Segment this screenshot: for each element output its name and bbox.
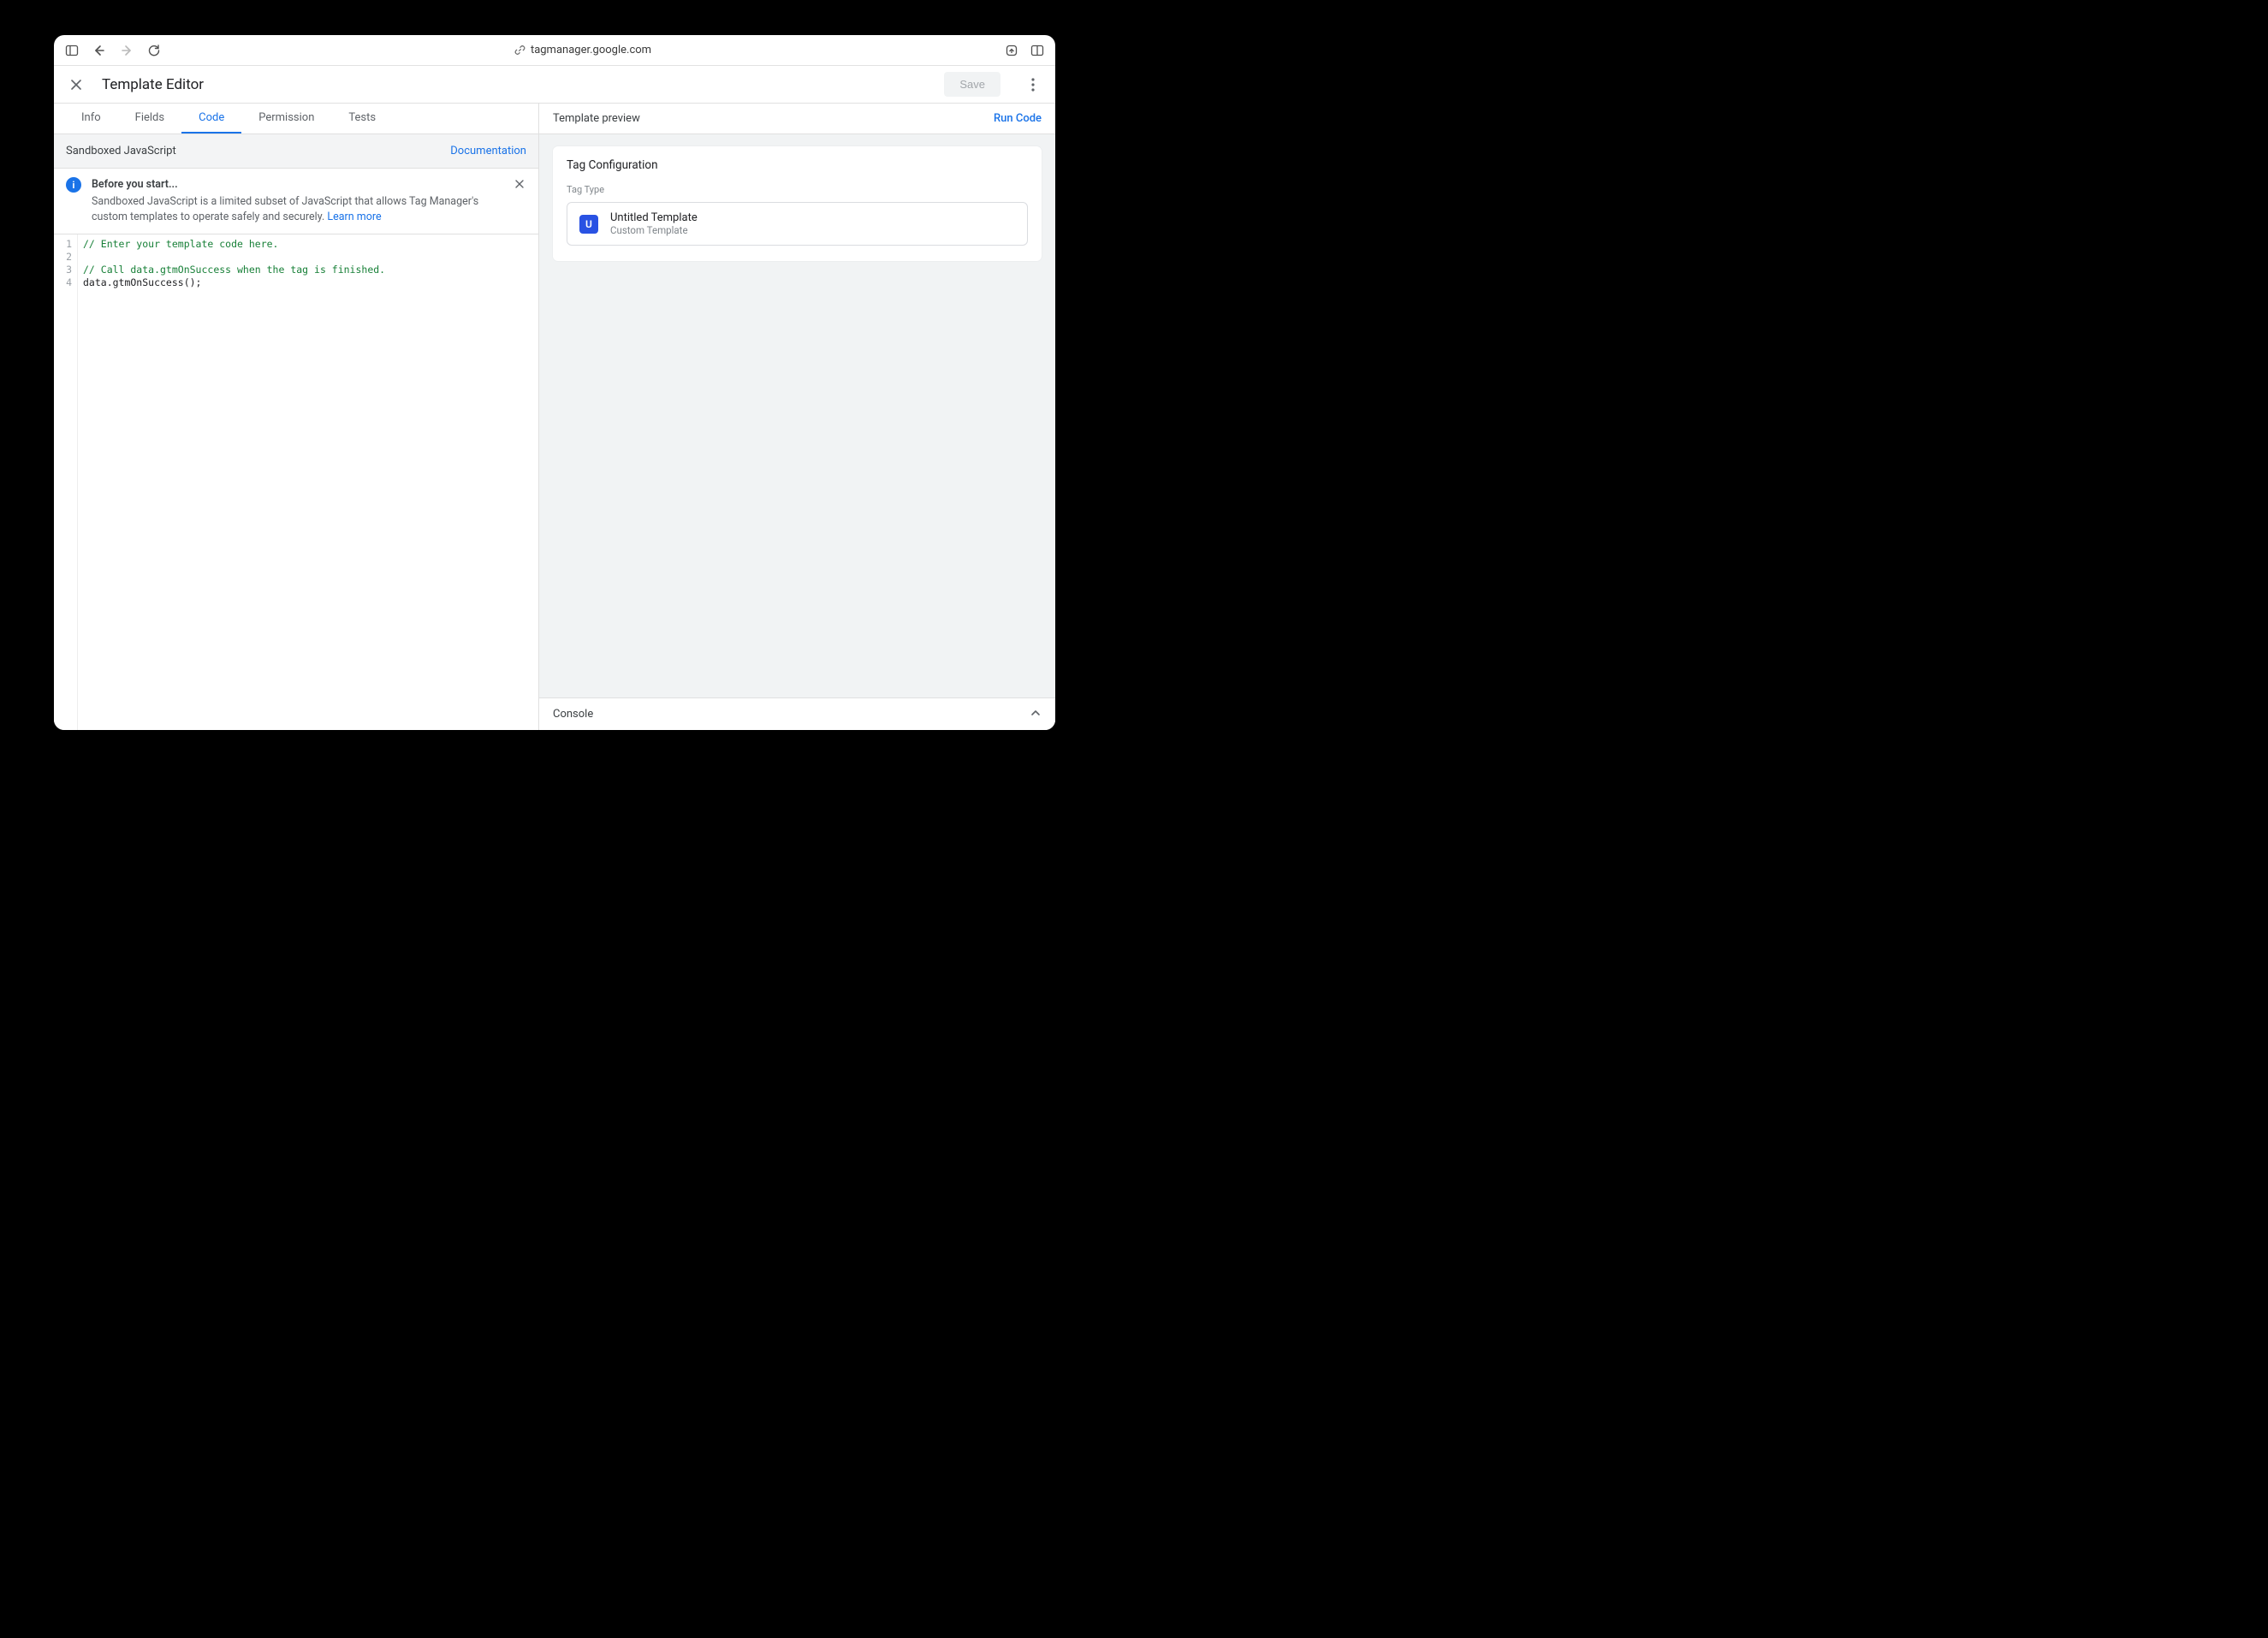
- page-title: Template Editor: [102, 76, 929, 93]
- tabs-icon[interactable]: [1030, 43, 1045, 58]
- address-bar[interactable]: tagmanager.google.com: [174, 44, 992, 56]
- tag-type-row[interactable]: U Untitled Template Custom Template: [567, 202, 1028, 246]
- tag-subtitle: Custom Template: [610, 224, 698, 236]
- tab-code[interactable]: Code: [181, 104, 241, 134]
- learn-more-link[interactable]: Learn more: [327, 211, 381, 223]
- console-title: Console: [553, 708, 593, 721]
- browser-toolbar: tagmanager.google.com: [54, 35, 1055, 66]
- more-menu-icon[interactable]: [1023, 74, 1043, 95]
- tag-configuration-card: Tag Configuration Tag Type U Untitled Te…: [553, 146, 1042, 261]
- banner-body: Before you start... Sandboxed JavaScript…: [92, 177, 502, 225]
- back-icon[interactable]: [92, 43, 107, 58]
- right-pane: Template preview Run Code Tag Configurat…: [539, 104, 1055, 730]
- link-icon: [514, 45, 525, 56]
- section-title: Sandboxed JavaScript: [66, 145, 176, 157]
- editor-body: Info Fields Code Permission Tests Sandbo…: [54, 104, 1055, 730]
- share-icon[interactable]: [1004, 43, 1019, 58]
- code-lines: // Enter your template code here. // Cal…: [78, 234, 390, 730]
- tag-name: Untitled Template: [610, 211, 698, 224]
- app-window: tagmanager.google.com Template Editor Sa…: [54, 35, 1055, 730]
- editor-header: Template Editor Save: [54, 66, 1055, 104]
- save-button[interactable]: Save: [944, 72, 1000, 97]
- close-icon[interactable]: [66, 74, 86, 95]
- section-header: Sandboxed JavaScript Documentation: [54, 134, 538, 169]
- tab-info[interactable]: Info: [64, 104, 118, 134]
- left-pane: Info Fields Code Permission Tests Sandbo…: [54, 104, 539, 730]
- tab-fields[interactable]: Fields: [118, 104, 181, 134]
- info-banner: i Before you start... Sandboxed JavaScri…: [54, 169, 538, 234]
- banner-title: Before you start...: [92, 177, 502, 193]
- sidebar-toggle-icon[interactable]: [64, 43, 80, 58]
- url-text: tagmanager.google.com: [531, 44, 651, 56]
- banner-close-icon[interactable]: [513, 177, 526, 191]
- tab-tests[interactable]: Tests: [331, 104, 393, 134]
- banner-text: Sandboxed JavaScript is a limited subset…: [92, 195, 478, 223]
- editor-tabs: Info Fields Code Permission Tests: [54, 104, 538, 134]
- info-icon: i: [66, 177, 81, 193]
- card-title: Tag Configuration: [567, 158, 1028, 172]
- documentation-link[interactable]: Documentation: [450, 145, 526, 157]
- forward-icon[interactable]: [119, 43, 134, 58]
- browser-toolbar-right: [1004, 43, 1045, 58]
- preview-title: Template preview: [553, 112, 640, 125]
- tag-badge-icon: U: [579, 215, 598, 234]
- chevron-up-icon: [1030, 706, 1042, 722]
- code-gutter: 1234: [54, 234, 78, 730]
- tag-type-label: Tag Type: [567, 184, 1028, 195]
- preview-body: Tag Configuration Tag Type U Untitled Te…: [539, 134, 1055, 697]
- tag-text: Untitled Template Custom Template: [610, 211, 698, 236]
- browser-toolbar-left: [64, 43, 162, 58]
- code-editor[interactable]: 1234 // Enter your template code here. /…: [54, 234, 538, 730]
- console-bar[interactable]: Console: [539, 697, 1055, 730]
- reload-icon[interactable]: [146, 43, 162, 58]
- run-code-button[interactable]: Run Code: [994, 112, 1042, 125]
- tab-permission[interactable]: Permission: [241, 104, 331, 134]
- preview-header: Template preview Run Code: [539, 104, 1055, 134]
